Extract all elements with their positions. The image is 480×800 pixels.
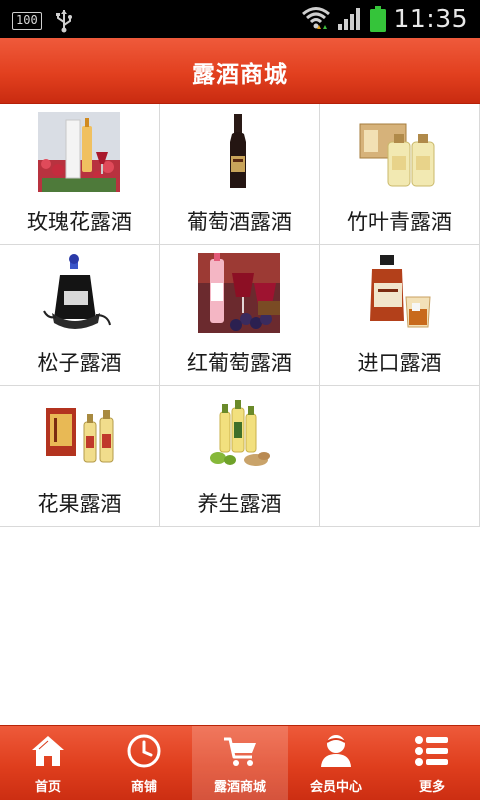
nav-label: 更多 xyxy=(418,780,445,795)
usb-icon xyxy=(55,10,72,33)
signal-icon xyxy=(338,7,361,30)
rose-liqueur-photo xyxy=(38,112,120,192)
status-bar: 100 11:35 xyxy=(0,0,480,38)
category-item[interactable]: 葡萄酒露酒 xyxy=(160,104,320,245)
wifi-icon xyxy=(302,6,331,29)
nav-label: 会员中心 xyxy=(309,780,362,795)
category-item[interactable]: 进口露酒 xyxy=(320,245,480,386)
user-icon xyxy=(321,735,351,767)
category-item[interactable]: 花果露酒 xyxy=(0,386,160,527)
nav-shops[interactable]: 商铺 xyxy=(96,726,192,800)
nav-label: 商铺 xyxy=(130,780,157,795)
nav-home[interactable]: 首页 xyxy=(0,726,96,800)
empty-grid-cell xyxy=(320,386,480,527)
page-title: 露酒商城 xyxy=(192,62,288,88)
pine-nut-liqueur-photo xyxy=(38,253,120,333)
category-label: 葡萄酒露酒 xyxy=(187,210,292,234)
nav-label: 露酒商城 xyxy=(213,780,266,795)
red-wine-bottle-photo xyxy=(198,112,280,192)
clock-time: 11:35 xyxy=(393,4,468,33)
nav-member[interactable]: 会员中心 xyxy=(288,726,384,800)
cart-icon xyxy=(224,737,256,766)
health-liqueur-photo xyxy=(198,394,280,474)
title-bar: 露酒商城 xyxy=(0,38,480,104)
bottom-nav: 首页 商铺 露酒商城 会员中心 更多 xyxy=(0,725,480,800)
category-label: 松子露酒 xyxy=(37,351,122,375)
home-icon xyxy=(32,736,64,766)
nav-label: 首页 xyxy=(34,780,61,795)
category-label: 养生露酒 xyxy=(197,492,282,516)
category-label: 红葡萄露酒 xyxy=(187,351,292,375)
flower-fruit-liqueur-photo xyxy=(38,394,120,474)
category-label: 玫瑰花露酒 xyxy=(27,210,132,234)
category-label: 进口露酒 xyxy=(357,351,442,375)
nav-mall[interactable]: 露酒商城 xyxy=(192,726,288,800)
nav-more[interactable]: 更多 xyxy=(384,726,480,800)
list-icon xyxy=(415,736,448,766)
category-item[interactable]: 红葡萄露酒 xyxy=(160,245,320,386)
battery-icon xyxy=(370,5,387,32)
category-item[interactable]: 竹叶青露酒 xyxy=(320,104,480,245)
clock-icon xyxy=(127,734,161,768)
imported-liqueur-photo xyxy=(358,253,440,333)
bamboo-leaf-liqueur-photo xyxy=(358,112,440,192)
battery-level-indicator: 100 xyxy=(12,12,42,30)
red-grape-liqueur-photo xyxy=(198,253,280,333)
category-item[interactable]: 玫瑰花露酒 xyxy=(0,104,160,245)
category-label: 竹叶青露酒 xyxy=(347,210,452,234)
category-item[interactable]: 松子露酒 xyxy=(0,245,160,386)
category-item[interactable]: 养生露酒 xyxy=(160,386,320,527)
category-label: 花果露酒 xyxy=(37,492,122,516)
category-grid: 玫瑰花露酒 葡萄酒露酒 竹叶青露酒 松子露酒 红葡萄露酒 进口露酒 花果露酒 养… xyxy=(0,104,480,527)
